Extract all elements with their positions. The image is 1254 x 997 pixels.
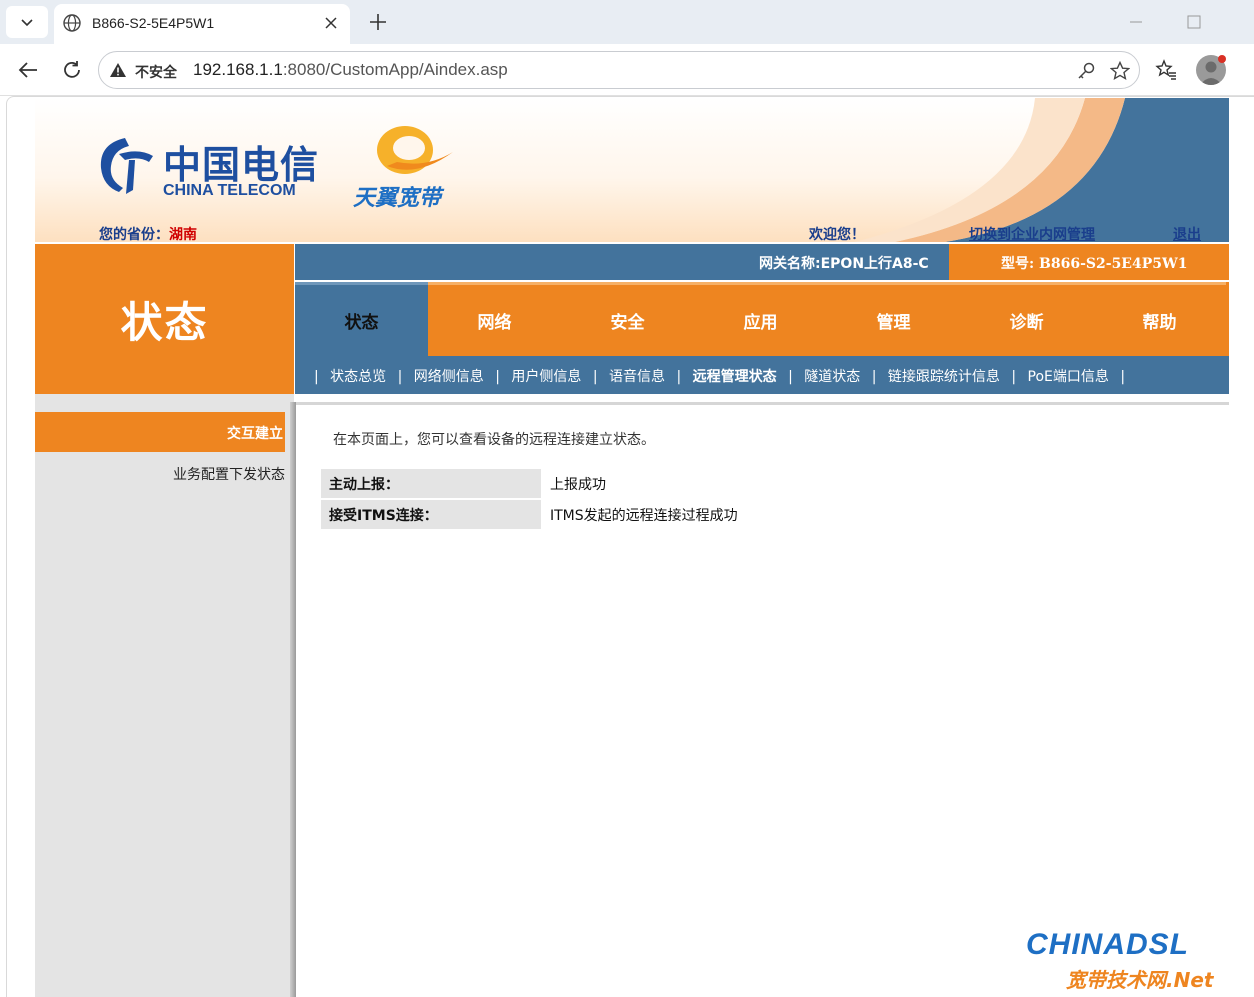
province-value: 湖南 <box>169 227 197 242</box>
watermark-logo: CHINADSL 宽带技术网.Net <box>1026 928 1246 992</box>
subtab-overview[interactable]: 状态总览 <box>330 369 386 385</box>
plus-icon <box>370 14 386 30</box>
row-key: 主动上报： <box>321 469 541 498</box>
separator: | <box>314 369 319 385</box>
row-value: ITMS发起的远程连接过程成功 <box>550 507 738 524</box>
arrow-left-icon <box>18 62 37 78</box>
separator: | <box>676 369 682 385</box>
row-value: 上报成功 <box>550 476 606 493</box>
china-telecom-logo-icon <box>95 134 159 200</box>
close-tab-icon[interactable] <box>320 12 342 34</box>
remote-status-table: 主动上报： 上报成功 接受ITMS连接： ITMS发起的远程连接过程成功 <box>321 467 941 531</box>
tab-management[interactable]: 管理 <box>827 282 960 356</box>
section-title-block: 状态 <box>35 244 294 394</box>
reload-icon <box>64 61 80 78</box>
gateway-info-bar: 网关名称:EPON上行A8-C 型号: B866-S2-5E4P5W1 <box>295 244 1229 280</box>
separator: | <box>495 369 500 385</box>
notification-dot <box>1218 55 1226 63</box>
subtab-lan-info[interactable]: 用户侧信息 <box>511 369 581 385</box>
sidebar-item-service-config[interactable]: 业务配置下发状态 <box>173 464 285 484</box>
sidebar-item-label: 交互建立 <box>227 426 283 442</box>
url-text[interactable]: 192.168.1.1:8080/CustomApp/Aindex.asp <box>193 60 508 80</box>
tab-status[interactable]: 状态 <box>295 282 428 356</box>
browser-toolbar: 不安全 192.168.1.1:8080/CustomApp/Aindex.as… <box>0 44 1254 96</box>
watermark-bottom: 宽带技术网.Net <box>1066 968 1214 992</box>
favorites-icon <box>1155 59 1176 80</box>
url-host: 192.168.1.1 <box>193 60 283 79</box>
separator: | <box>1120 369 1126 385</box>
section-title: 状态 <box>120 297 209 347</box>
minimize-button[interactable] <box>1124 10 1148 34</box>
tab-help[interactable]: 帮助 <box>1093 282 1226 356</box>
separator: | <box>788 369 793 385</box>
sub-nav-list: | 状态总览 | 网络侧信息 | 用户侧信息 | 语音信息 | 远程管理状态 |… <box>307 366 1132 386</box>
security-status[interactable]: 不安全 <box>135 62 177 82</box>
sidebar: 交互建立 业务配置下发状态 <box>35 394 294 997</box>
address-bar[interactable]: 不安全 192.168.1.1:8080/CustomApp/Aindex.as… <box>98 51 1140 89</box>
separator: | <box>397 369 403 385</box>
province-caption: 您的省份： <box>99 227 169 242</box>
sub-nav: | 状态总览 | 网络侧信息 | 用户侧信息 | 语音信息 | 远程管理状态 |… <box>295 356 1229 394</box>
subtab-conntrack-stats[interactable]: 链接跟踪统计信息 <box>888 369 1000 385</box>
tab-search-button[interactable] <box>6 6 48 38</box>
tianyi-logo-icon <box>367 122 457 186</box>
brand-english: CHINA TELECOM <box>163 182 296 199</box>
star-icon[interactable] <box>1109 60 1131 82</box>
broadband-brand: 天翼宽带 <box>353 186 442 211</box>
table-row: 主动上报： 上报成功 <box>321 469 941 498</box>
page-viewport: 中国电信 CHINA TELECOM 天翼宽带 您的省份：湖南 欢迎您！ 切换到… <box>0 96 1254 997</box>
subtab-wan-info[interactable]: 网络侧信息 <box>414 369 484 385</box>
subtab-remote-management[interactable]: 远程管理状态 <box>693 369 777 385</box>
browser-tab[interactable]: B866-S2-5E4P5W1 <box>54 4 350 44</box>
table-row: 接受ITMS连接： ITMS发起的远程连接过程成功 <box>321 500 941 529</box>
province-label: 您的省份：湖南 <box>99 224 197 242</box>
logout-link[interactable]: 退出 <box>1173 224 1201 242</box>
sidebar-item-interaction[interactable]: 交互建立 <box>35 412 285 452</box>
tab-title: B866-S2-5E4P5W1 <box>92 15 215 31</box>
subtab-voice-info[interactable]: 语音信息 <box>609 369 665 385</box>
tab-network[interactable]: 网络 <box>428 282 561 356</box>
key-icon[interactable] <box>1075 60 1097 82</box>
page-description: 在本页面上，您可以查看设备的远程连接建立状态。 <box>333 432 655 448</box>
separator: | <box>1011 369 1017 385</box>
row-key: 接受ITMS连接： <box>321 500 541 529</box>
tab-diagnostics[interactable]: 诊断 <box>960 282 1093 356</box>
minimize-icon <box>1130 21 1142 23</box>
brand-chinese: 中国电信 <box>163 142 320 187</box>
reload-button[interactable] <box>58 56 86 84</box>
back-button[interactable] <box>14 56 42 84</box>
separator: | <box>592 369 598 385</box>
subtab-tunnel-status[interactable]: 隧道状态 <box>804 369 860 385</box>
maximize-icon <box>1187 15 1201 29</box>
browser-tab-strip: B866-S2-5E4P5W1 <box>0 0 1254 44</box>
main-content: 在本页面上，您可以查看设备的远程连接建立状态。 主动上报： 上报成功 接受ITM… <box>296 402 1229 997</box>
separator: | <box>871 369 877 385</box>
gateway-name: 网关名称:EPON上行A8-C <box>759 256 929 272</box>
header-banner: 中国电信 CHINA TELECOM 天翼宽带 您的省份：湖南 欢迎您！ 切换到… <box>35 98 1229 242</box>
maximize-button[interactable] <box>1182 10 1206 34</box>
new-tab-button[interactable] <box>364 8 392 36</box>
subtab-poe-info[interactable]: PoE端口信息 <box>1028 369 1109 385</box>
model-text: 型号: B866-S2-5E4P5W1 <box>1001 256 1188 272</box>
switch-enterprise-link[interactable]: 切换到企业内网管理 <box>969 224 1095 242</box>
model-box: 型号: B866-S2-5E4P5W1 <box>949 244 1229 280</box>
main-nav: 状态 网络 安全 应用 管理 诊断 帮助 <box>295 282 1229 356</box>
tab-security[interactable]: 安全 <box>561 282 694 356</box>
tab-application[interactable]: 应用 <box>694 282 827 356</box>
favorites-button[interactable] <box>1152 56 1180 84</box>
chevron-down-icon <box>21 19 33 27</box>
globe-icon <box>62 13 82 37</box>
url-path: :8080/CustomApp/Aindex.asp <box>282 60 508 79</box>
welcome-text: 欢迎您！ <box>809 227 865 242</box>
warning-icon <box>109 62 127 82</box>
watermark-top: CHINADSL <box>1026 928 1189 961</box>
